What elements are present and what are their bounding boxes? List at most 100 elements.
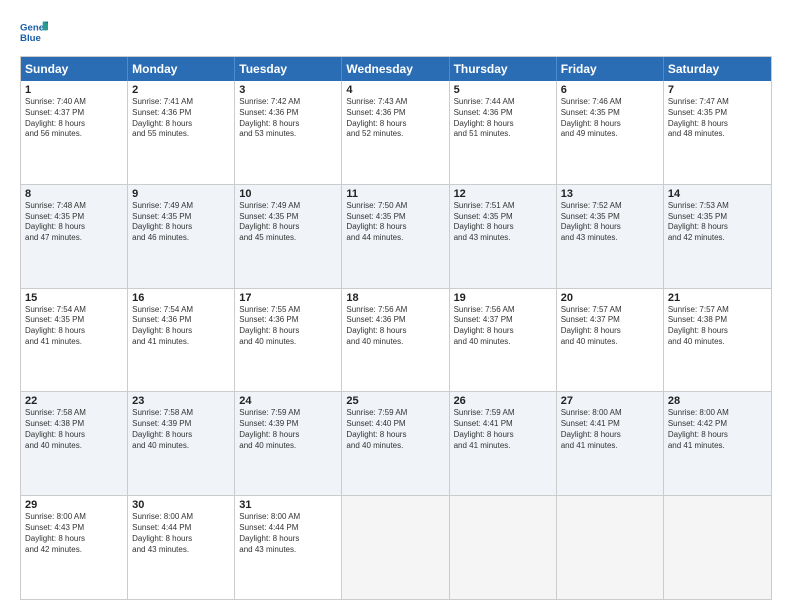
day-cell-15: 15Sunrise: 7:54 AMSunset: 4:35 PMDayligh… bbox=[21, 289, 128, 392]
day-cell-1: 1Sunrise: 7:40 AMSunset: 4:37 PMDaylight… bbox=[21, 81, 128, 184]
calendar-row-1: 1Sunrise: 7:40 AMSunset: 4:37 PMDaylight… bbox=[21, 81, 771, 184]
day-cell-12: 12Sunrise: 7:51 AMSunset: 4:35 PMDayligh… bbox=[450, 185, 557, 288]
day-cell-13: 13Sunrise: 7:52 AMSunset: 4:35 PMDayligh… bbox=[557, 185, 664, 288]
day-cell-18: 18Sunrise: 7:56 AMSunset: 4:36 PMDayligh… bbox=[342, 289, 449, 392]
day-cell-3: 3Sunrise: 7:42 AMSunset: 4:36 PMDaylight… bbox=[235, 81, 342, 184]
day-cell-22: 22Sunrise: 7:58 AMSunset: 4:38 PMDayligh… bbox=[21, 392, 128, 495]
day-info: Sunrise: 7:57 AMSunset: 4:38 PMDaylight:… bbox=[668, 305, 767, 348]
day-cell-26: 26Sunrise: 7:59 AMSunset: 4:41 PMDayligh… bbox=[450, 392, 557, 495]
day-cell-16: 16Sunrise: 7:54 AMSunset: 4:36 PMDayligh… bbox=[128, 289, 235, 392]
weekday-header-tuesday: Tuesday bbox=[235, 57, 342, 81]
day-info: Sunrise: 7:49 AMSunset: 4:35 PMDaylight:… bbox=[239, 201, 337, 244]
day-cell-20: 20Sunrise: 7:57 AMSunset: 4:37 PMDayligh… bbox=[557, 289, 664, 392]
day-number: 26 bbox=[454, 395, 552, 407]
day-info: Sunrise: 7:55 AMSunset: 4:36 PMDaylight:… bbox=[239, 305, 337, 348]
calendar-header-row: SundayMondayTuesdayWednesdayThursdayFrid… bbox=[21, 57, 771, 81]
weekday-header-sunday: Sunday bbox=[21, 57, 128, 81]
day-info: Sunrise: 7:47 AMSunset: 4:35 PMDaylight:… bbox=[668, 97, 767, 140]
day-cell-10: 10Sunrise: 7:49 AMSunset: 4:35 PMDayligh… bbox=[235, 185, 342, 288]
day-number: 13 bbox=[561, 188, 659, 200]
day-info: Sunrise: 7:42 AMSunset: 4:36 PMDaylight:… bbox=[239, 97, 337, 140]
empty-cell bbox=[557, 496, 664, 599]
empty-cell bbox=[342, 496, 449, 599]
day-info: Sunrise: 7:59 AMSunset: 4:39 PMDaylight:… bbox=[239, 408, 337, 451]
day-number: 20 bbox=[561, 292, 659, 304]
day-number: 12 bbox=[454, 188, 552, 200]
calendar-row-5: 29Sunrise: 8:00 AMSunset: 4:43 PMDayligh… bbox=[21, 495, 771, 599]
day-number: 5 bbox=[454, 84, 552, 96]
weekday-header-friday: Friday bbox=[557, 57, 664, 81]
day-number: 23 bbox=[132, 395, 230, 407]
weekday-header-saturday: Saturday bbox=[664, 57, 771, 81]
day-info: Sunrise: 7:52 AMSunset: 4:35 PMDaylight:… bbox=[561, 201, 659, 244]
calendar-row-2: 8Sunrise: 7:48 AMSunset: 4:35 PMDaylight… bbox=[21, 184, 771, 288]
day-number: 30 bbox=[132, 499, 230, 511]
day-cell-4: 4Sunrise: 7:43 AMSunset: 4:36 PMDaylight… bbox=[342, 81, 449, 184]
day-info: Sunrise: 7:41 AMSunset: 4:36 PMDaylight:… bbox=[132, 97, 230, 140]
weekday-header-wednesday: Wednesday bbox=[342, 57, 449, 81]
day-number: 17 bbox=[239, 292, 337, 304]
day-number: 8 bbox=[25, 188, 123, 200]
day-info: Sunrise: 7:59 AMSunset: 4:40 PMDaylight:… bbox=[346, 408, 444, 451]
day-info: Sunrise: 7:49 AMSunset: 4:35 PMDaylight:… bbox=[132, 201, 230, 244]
day-info: Sunrise: 7:54 AMSunset: 4:35 PMDaylight:… bbox=[25, 305, 123, 348]
day-number: 15 bbox=[25, 292, 123, 304]
day-cell-2: 2Sunrise: 7:41 AMSunset: 4:36 PMDaylight… bbox=[128, 81, 235, 184]
weekday-header-monday: Monday bbox=[128, 57, 235, 81]
day-info: Sunrise: 7:58 AMSunset: 4:39 PMDaylight:… bbox=[132, 408, 230, 451]
logo: General Blue bbox=[20, 18, 48, 46]
day-number: 27 bbox=[561, 395, 659, 407]
day-number: 1 bbox=[25, 84, 123, 96]
day-number: 21 bbox=[668, 292, 767, 304]
day-cell-6: 6Sunrise: 7:46 AMSunset: 4:35 PMDaylight… bbox=[557, 81, 664, 184]
day-number: 24 bbox=[239, 395, 337, 407]
day-info: Sunrise: 7:58 AMSunset: 4:38 PMDaylight:… bbox=[25, 408, 123, 451]
day-number: 31 bbox=[239, 499, 337, 511]
day-info: Sunrise: 7:50 AMSunset: 4:35 PMDaylight:… bbox=[346, 201, 444, 244]
day-info: Sunrise: 7:57 AMSunset: 4:37 PMDaylight:… bbox=[561, 305, 659, 348]
day-number: 6 bbox=[561, 84, 659, 96]
day-number: 16 bbox=[132, 292, 230, 304]
day-cell-24: 24Sunrise: 7:59 AMSunset: 4:39 PMDayligh… bbox=[235, 392, 342, 495]
weekday-header-thursday: Thursday bbox=[450, 57, 557, 81]
empty-cell bbox=[450, 496, 557, 599]
day-cell-11: 11Sunrise: 7:50 AMSunset: 4:35 PMDayligh… bbox=[342, 185, 449, 288]
day-cell-8: 8Sunrise: 7:48 AMSunset: 4:35 PMDaylight… bbox=[21, 185, 128, 288]
calendar-body: 1Sunrise: 7:40 AMSunset: 4:37 PMDaylight… bbox=[21, 81, 771, 599]
day-cell-19: 19Sunrise: 7:56 AMSunset: 4:37 PMDayligh… bbox=[450, 289, 557, 392]
svg-text:Blue: Blue bbox=[20, 33, 41, 44]
day-number: 2 bbox=[132, 84, 230, 96]
day-number: 25 bbox=[346, 395, 444, 407]
day-info: Sunrise: 7:56 AMSunset: 4:36 PMDaylight:… bbox=[346, 305, 444, 348]
day-info: Sunrise: 7:46 AMSunset: 4:35 PMDaylight:… bbox=[561, 97, 659, 140]
day-info: Sunrise: 8:00 AMSunset: 4:42 PMDaylight:… bbox=[668, 408, 767, 451]
day-cell-25: 25Sunrise: 7:59 AMSunset: 4:40 PMDayligh… bbox=[342, 392, 449, 495]
day-cell-7: 7Sunrise: 7:47 AMSunset: 4:35 PMDaylight… bbox=[664, 81, 771, 184]
day-number: 7 bbox=[668, 84, 767, 96]
day-cell-17: 17Sunrise: 7:55 AMSunset: 4:36 PMDayligh… bbox=[235, 289, 342, 392]
day-number: 4 bbox=[346, 84, 444, 96]
day-info: Sunrise: 8:00 AMSunset: 4:41 PMDaylight:… bbox=[561, 408, 659, 451]
day-cell-5: 5Sunrise: 7:44 AMSunset: 4:36 PMDaylight… bbox=[450, 81, 557, 184]
day-number: 28 bbox=[668, 395, 767, 407]
day-cell-31: 31Sunrise: 8:00 AMSunset: 4:44 PMDayligh… bbox=[235, 496, 342, 599]
day-cell-23: 23Sunrise: 7:58 AMSunset: 4:39 PMDayligh… bbox=[128, 392, 235, 495]
page: General Blue SundayMondayTuesdayWednesda… bbox=[0, 0, 792, 612]
day-info: Sunrise: 7:53 AMSunset: 4:35 PMDaylight:… bbox=[668, 201, 767, 244]
day-number: 14 bbox=[668, 188, 767, 200]
calendar-row-3: 15Sunrise: 7:54 AMSunset: 4:35 PMDayligh… bbox=[21, 288, 771, 392]
day-number: 19 bbox=[454, 292, 552, 304]
calendar: SundayMondayTuesdayWednesdayThursdayFrid… bbox=[20, 56, 772, 600]
day-cell-9: 9Sunrise: 7:49 AMSunset: 4:35 PMDaylight… bbox=[128, 185, 235, 288]
day-info: Sunrise: 8:00 AMSunset: 4:44 PMDaylight:… bbox=[132, 512, 230, 555]
day-number: 3 bbox=[239, 84, 337, 96]
day-info: Sunrise: 7:59 AMSunset: 4:41 PMDaylight:… bbox=[454, 408, 552, 451]
day-info: Sunrise: 7:54 AMSunset: 4:36 PMDaylight:… bbox=[132, 305, 230, 348]
day-number: 10 bbox=[239, 188, 337, 200]
day-cell-27: 27Sunrise: 8:00 AMSunset: 4:41 PMDayligh… bbox=[557, 392, 664, 495]
day-info: Sunrise: 7:48 AMSunset: 4:35 PMDaylight:… bbox=[25, 201, 123, 244]
day-cell-28: 28Sunrise: 8:00 AMSunset: 4:42 PMDayligh… bbox=[664, 392, 771, 495]
day-info: Sunrise: 7:44 AMSunset: 4:36 PMDaylight:… bbox=[454, 97, 552, 140]
day-info: Sunrise: 8:00 AMSunset: 4:43 PMDaylight:… bbox=[25, 512, 123, 555]
day-info: Sunrise: 7:43 AMSunset: 4:36 PMDaylight:… bbox=[346, 97, 444, 140]
